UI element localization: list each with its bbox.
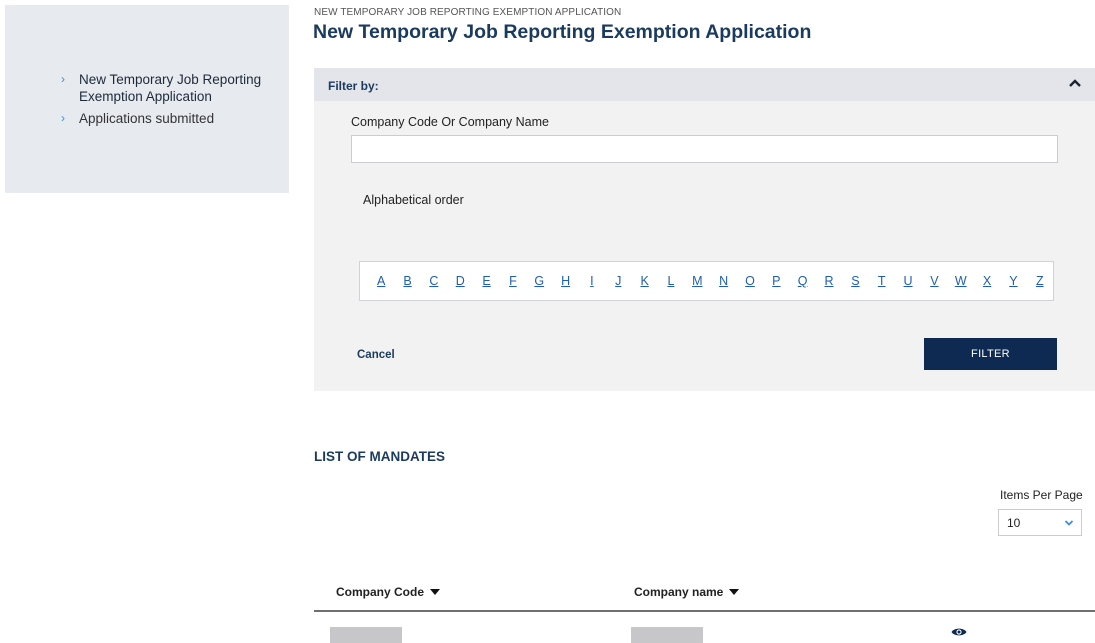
sidebar-item-label: New Temporary Job Reporting Exemption Ap… (79, 72, 262, 104)
letter-link-f[interactable]: F (500, 274, 526, 288)
items-per-page-value: 10 (1007, 515, 1021, 530)
letter-link-h[interactable]: H (552, 274, 578, 288)
page-title: New Temporary Job Reporting Exemption Ap… (313, 21, 812, 43)
letter-link-r[interactable]: R (816, 274, 842, 288)
letter-link-w[interactable]: W (948, 274, 974, 288)
letter-link-z[interactable]: Z (1027, 274, 1053, 288)
chevron-up-icon[interactable] (1067, 75, 1083, 91)
items-per-page-select[interactable]: 10 (998, 509, 1082, 536)
sidebar: › New Temporary Job Reporting Exemption … (5, 5, 289, 193)
letter-link-g[interactable]: G (526, 274, 552, 288)
filter-panel: Filter by: Company Code Or Company Name … (314, 68, 1095, 391)
eye-icon[interactable] (951, 626, 967, 638)
chevron-down-icon (1064, 520, 1074, 526)
letter-link-b[interactable]: B (394, 274, 420, 288)
letter-link-e[interactable]: E (473, 274, 499, 288)
letter-link-k[interactable]: K (631, 274, 657, 288)
letter-link-t[interactable]: T (869, 274, 895, 288)
list-title: LIST OF MANDATES (314, 449, 445, 464)
letter-link-i[interactable]: I (579, 274, 605, 288)
letter-link-x[interactable]: X (974, 274, 1000, 288)
column-header-label: Company Code (336, 585, 425, 599)
letter-link-p[interactable]: P (763, 274, 789, 288)
table-row (314, 612, 1095, 643)
sidebar-item-new-application[interactable]: › New Temporary Job Reporting Exemption … (61, 71, 281, 105)
company-code-placeholder (330, 627, 402, 643)
sort-down-icon (430, 588, 441, 595)
sidebar-item-label: Applications submitted (79, 111, 215, 126)
letter-link-y[interactable]: Y (1000, 274, 1026, 288)
sidebar-item-applications-submitted[interactable]: › Applications submitted (61, 110, 281, 127)
filter-button[interactable]: FILTER (924, 338, 1057, 370)
items-per-page-label: Items Per Page (1000, 488, 1083, 502)
letter-link-u[interactable]: U (895, 274, 921, 288)
letter-link-c[interactable]: C (421, 274, 447, 288)
alphabet-filter: ABCDEFGHIJKLMNOPQRSTUVWXYZ (359, 261, 1054, 301)
chevron-right-icon: › (61, 72, 65, 86)
filter-panel-header[interactable]: Filter by: (314, 68, 1095, 101)
breadcrumb: NEW TEMPORARY JOB REPORTING EXEMPTION AP… (314, 7, 622, 18)
company-name-placeholder (631, 627, 703, 643)
letter-link-m[interactable]: M (684, 274, 710, 288)
letter-link-v[interactable]: V (921, 274, 947, 288)
sort-down-icon (729, 588, 740, 595)
column-header-label: Company name (634, 585, 724, 599)
letter-link-n[interactable]: N (710, 274, 736, 288)
column-header-company-code[interactable]: Company Code (336, 585, 441, 599)
company-field-label: Company Code Or Company Name (351, 115, 549, 129)
alphabetical-order-label: Alphabetical order (363, 193, 464, 207)
letter-link-j[interactable]: J (605, 274, 631, 288)
letter-link-a[interactable]: A (368, 274, 394, 288)
chevron-right-icon: › (61, 111, 65, 125)
cancel-link[interactable]: Cancel (357, 349, 395, 361)
company-search-input[interactable] (351, 135, 1058, 163)
letter-link-q[interactable]: Q (790, 274, 816, 288)
letter-link-l[interactable]: L (658, 274, 684, 288)
filter-panel-title: Filter by: (328, 79, 379, 93)
letter-link-s[interactable]: S (842, 274, 868, 288)
sidebar-nav: › New Temporary Job Reporting Exemption … (61, 71, 281, 132)
column-header-company-name[interactable]: Company name (634, 585, 740, 599)
letter-link-o[interactable]: O (737, 274, 763, 288)
letter-link-d[interactable]: D (447, 274, 473, 288)
